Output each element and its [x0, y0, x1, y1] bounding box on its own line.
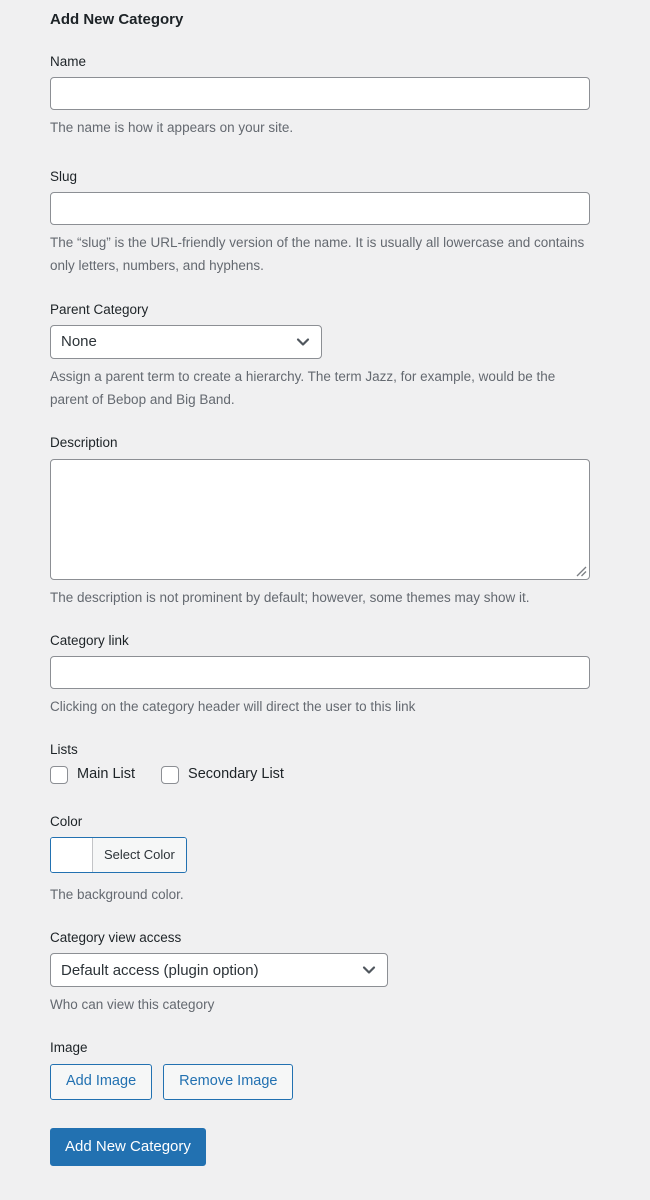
category-view-access-selected-value: Default access (plugin option) — [61, 961, 259, 979]
field-description: Description The description is not promi… — [50, 433, 650, 608]
select-color-button[interactable]: Select Color — [50, 836, 187, 873]
checkbox-box[interactable] — [50, 765, 68, 784]
parent-category-select[interactable]: None — [50, 324, 322, 359]
field-lists: Lists Main List Secondary List — [50, 740, 650, 784]
checkbox-box[interactable] — [161, 765, 180, 784]
parent-category-label: Parent Category — [50, 301, 149, 317]
slug-helper: The “slug” is the URL-friendly version o… — [50, 235, 585, 274]
field-category-link: Category link Clicking on the category h… — [50, 631, 650, 718]
field-category-view-access: Category view access Default access (plu… — [50, 928, 650, 1016]
image-label: Image — [50, 1040, 88, 1056]
add-category-form: Add New Category Name The name is how it… — [0, 0, 650, 1166]
remove-image-button[interactable]: Remove Image — [163, 1063, 294, 1100]
description-label: Description — [50, 435, 118, 451]
checkbox-label: Main List — [77, 766, 136, 783]
page-title: Add New Category — [50, 11, 184, 28]
add-image-button[interactable]: Add Image — [50, 1063, 153, 1100]
submit-add-new-category-button[interactable]: Add New Category — [50, 1127, 206, 1166]
color-label: Color — [50, 813, 83, 829]
lists-label: Lists — [50, 742, 78, 758]
category-view-access-select[interactable]: Default access (plugin option) — [50, 953, 388, 988]
field-color: Color Select Color The background color. — [50, 812, 650, 906]
description-helper: The description is not prominent by defa… — [50, 589, 530, 605]
category-link-label: Category link — [50, 632, 129, 648]
category-link-input[interactable] — [50, 656, 590, 690]
checkbox-secondary-list[interactable]: Secondary List — [161, 765, 284, 784]
field-name: Name The name is how it appears on your … — [50, 52, 650, 139]
field-parent-category: Parent Category None Assign a parent ter… — [50, 300, 650, 412]
category-view-access-label: Category view access — [50, 930, 182, 945]
slug-label: Slug — [50, 168, 78, 184]
color-helper: The background color. — [50, 886, 184, 902]
checkbox-main-list[interactable]: Main List — [50, 765, 136, 784]
parent-category-helper: Assign a parent term to create a hierarc… — [50, 368, 556, 408]
name-helper: The name is how it appears on your site. — [50, 119, 294, 135]
name-input[interactable] — [50, 76, 590, 110]
category-view-access-helper: Who can view this category — [50, 997, 215, 1013]
parent-category-selected-value: None — [61, 333, 97, 351]
field-image: Image Add Image Remove Image — [50, 1038, 650, 1100]
slug-input[interactable] — [50, 192, 590, 226]
field-slug: Slug The “slug” is the URL-friendly vers… — [50, 167, 650, 278]
name-label: Name — [50, 53, 87, 69]
select-color-label: Select Color — [93, 837, 186, 872]
description-textarea[interactable] — [50, 458, 590, 580]
color-swatch — [51, 837, 93, 872]
checkbox-label: Secondary List — [188, 766, 284, 783]
category-link-helper: Clicking on the category header will dir… — [50, 699, 416, 715]
